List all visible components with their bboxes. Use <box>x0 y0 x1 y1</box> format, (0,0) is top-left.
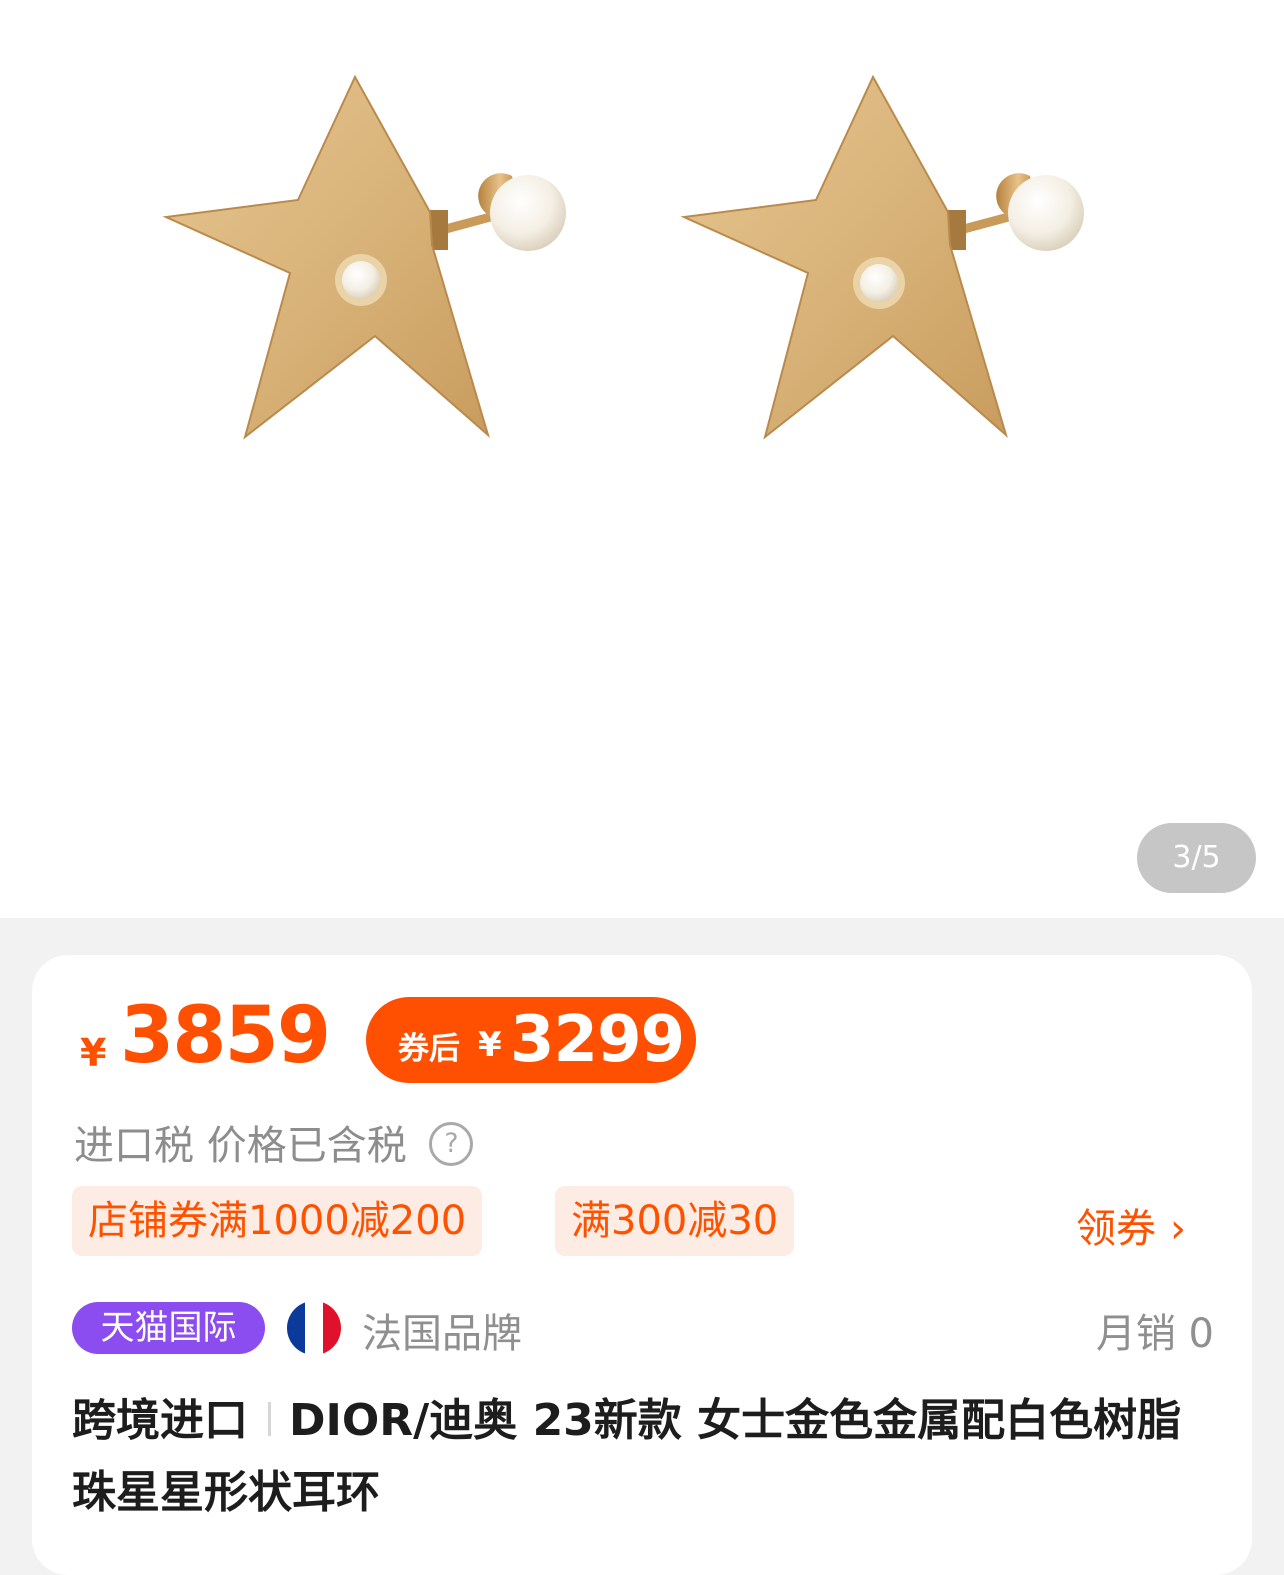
after-coupon-label: 券后 <box>398 1031 460 1067</box>
tmall-global-badge: 天猫国际 <box>72 1302 265 1354</box>
after-coupon-price-badge[interactable]: 券后 ¥ 3299 <box>366 997 696 1083</box>
product-info-card: ¥ 3859 券后 ¥ 3299 进口税 价格已含税 ? 店铺券满1000减20… <box>32 955 1252 1575</box>
image-page-indicator: 3/5 <box>1137 823 1256 893</box>
title-divider <box>268 1402 271 1436</box>
get-coupon-label: 领券 <box>1076 1206 1156 1252</box>
earring-left <box>162 74 566 440</box>
brand-origin: 法国品牌 <box>362 1311 522 1357</box>
price-currency: ¥ <box>80 1031 107 1075</box>
after-coupon-currency: ¥ <box>478 1025 502 1065</box>
product-title: 跨境进口 DIOR/迪奥 23新款 女士金色金属配白色树脂珠星星形状耳环 <box>72 1385 1222 1529</box>
france-flag-icon <box>287 1301 341 1355</box>
cross-border-tag: 跨境进口 <box>72 1395 248 1446</box>
monthly-sales: 月销 0 <box>1095 1311 1214 1357</box>
tax-info: 进口税 价格已含税 ? <box>74 1113 474 1171</box>
badge-row: 天猫国际 法国品牌 月销 0 <box>72 1301 1214 1361</box>
tax-text: 进口税 价格已含税 <box>74 1123 407 1169</box>
get-coupon-button[interactable]: 领券 › <box>1076 1196 1186 1254</box>
product-image-gallery[interactable]: 3/5 <box>0 0 1284 918</box>
product-image <box>162 74 1084 440</box>
earring-right <box>680 74 1084 440</box>
after-coupon-value: 3299 <box>510 1003 685 1077</box>
store-coupon-tag[interactable]: 店铺券满1000减200 <box>72 1186 483 1256</box>
chevron-right-icon: › <box>1170 1206 1186 1252</box>
help-icon[interactable]: ? <box>429 1122 474 1166</box>
price-value: 3859 <box>120 991 331 1081</box>
discount-coupon-tag[interactable]: 满300减30 <box>555 1186 795 1256</box>
